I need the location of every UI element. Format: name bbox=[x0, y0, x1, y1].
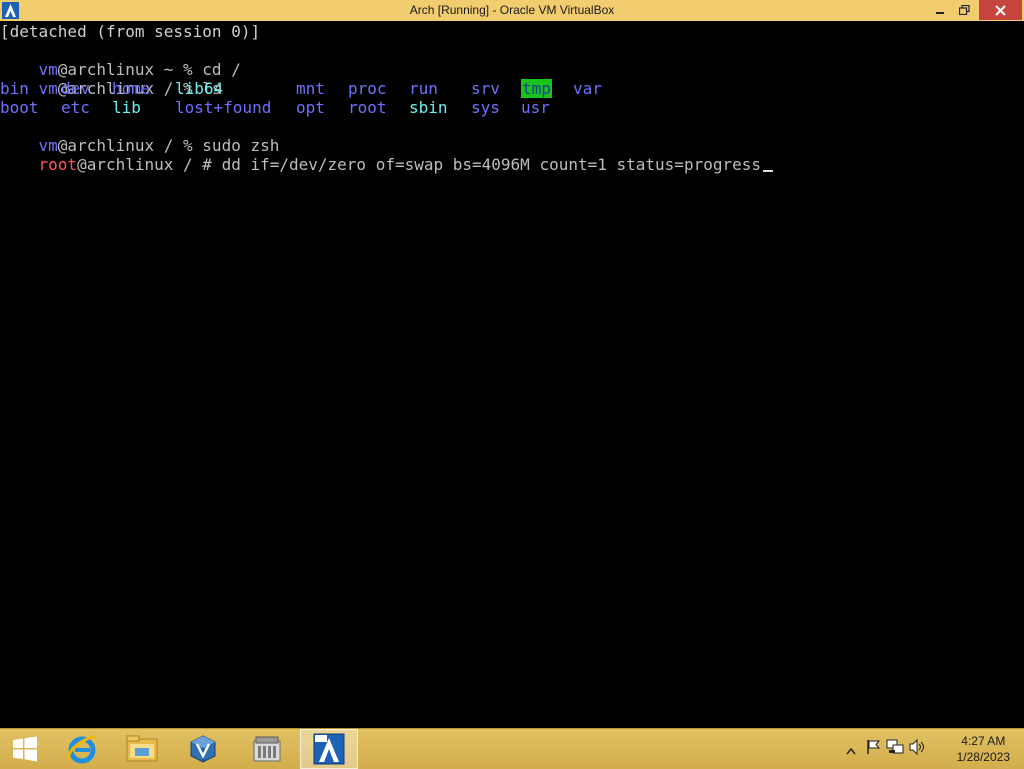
taskbar-internet-explorer[interactable] bbox=[53, 729, 111, 769]
taskbar-virtualbox[interactable] bbox=[174, 729, 232, 769]
terminal-line-ls: vm@archlinux / % ls bbox=[0, 60, 222, 98]
action-center-flag-icon[interactable] bbox=[866, 739, 886, 759]
minimize-icon bbox=[936, 12, 944, 14]
ls-entry: opt bbox=[296, 98, 325, 117]
start-button[interactable] bbox=[0, 729, 50, 769]
text-cursor bbox=[763, 170, 773, 172]
virtualbox-icon bbox=[190, 735, 216, 763]
ls-entry: etc bbox=[61, 98, 90, 117]
ls-entry: lib64 bbox=[175, 79, 224, 98]
taskbar-file-explorer[interactable] bbox=[113, 729, 171, 769]
prompt-user-root: root bbox=[38, 155, 78, 174]
restore-button[interactable] bbox=[953, 0, 975, 20]
show-hidden-icons-chevron-icon[interactable] bbox=[846, 740, 860, 759]
ls-entry: sys bbox=[471, 98, 500, 117]
restore-icon bbox=[958, 5, 970, 15]
taskbar-arch-vm[interactable] bbox=[300, 729, 358, 769]
prompt-host: @archlinux bbox=[77, 155, 174, 174]
terminal-line-cd: vm@archlinux ~ % cd / bbox=[0, 41, 241, 79]
start-icon bbox=[13, 736, 37, 762]
ls-entry: lib bbox=[112, 98, 141, 117]
file-explorer-icon bbox=[126, 735, 158, 762]
ls-entry: mnt bbox=[296, 79, 325, 98]
ls-entry-tmp: tmp bbox=[521, 79, 552, 98]
taskbar: 4:27 AM 1/28/2023 bbox=[0, 728, 1024, 769]
taskbar-virtualbox-manager[interactable] bbox=[238, 729, 296, 769]
close-icon bbox=[995, 4, 1006, 16]
ls-entry: lost+found bbox=[175, 98, 272, 117]
terminal-line-sudo: vm@archlinux / % sudo zsh bbox=[0, 117, 280, 155]
window-title: Arch [Running] - Oracle VM VirtualBox bbox=[409, 3, 615, 17]
ls-entry: boot bbox=[0, 98, 39, 117]
prompt-path: / # bbox=[173, 155, 222, 174]
ls-entry: bin bbox=[0, 79, 29, 98]
ls-entry: var bbox=[573, 79, 602, 98]
ls-entry: root bbox=[348, 98, 387, 117]
ls-output-row-1: bin dev home lib64 mnt proc run srv tmp … bbox=[0, 79, 1024, 98]
window-title-bar[interactable]: Arch [Running] - Oracle VM VirtualBox bbox=[0, 0, 1024, 22]
virtualbox-manager-icon bbox=[253, 736, 281, 762]
internet-explorer-icon bbox=[67, 735, 97, 764]
ls-entry: proc bbox=[348, 79, 387, 98]
clock-time: 4:27 AM bbox=[961, 734, 1006, 748]
vm-console[interactable]: [detached (from session 0)] vm@archlinux… bbox=[0, 21, 1024, 728]
taskbar-clock[interactable]: 4:27 AM 1/28/2023 bbox=[957, 733, 1010, 765]
ls-entry: run bbox=[409, 79, 438, 98]
ls-entry: dev bbox=[61, 79, 90, 98]
prompt-command: dd if=/dev/zero of=swap bs=4096M count=1… bbox=[221, 155, 761, 174]
clock-date: 1/28/2023 bbox=[956, 750, 1010, 764]
minimize-button[interactable] bbox=[929, 0, 951, 20]
network-icon[interactable] bbox=[886, 739, 908, 759]
system-tray bbox=[846, 729, 928, 769]
ls-entry: usr bbox=[521, 98, 550, 117]
arch-vm-icon bbox=[313, 733, 345, 765]
ls-output-row-2: boot etc lib lost+found opt root sbin sy… bbox=[0, 98, 1024, 117]
terminal-line-dd: root@archlinux / # dd if=/dev/zero of=sw… bbox=[0, 136, 773, 174]
ls-entry: sbin bbox=[409, 98, 448, 117]
terminal-line-detached: [detached (from session 0)] bbox=[0, 22, 261, 41]
ls-entry: home bbox=[112, 79, 151, 98]
ls-entry: srv bbox=[471, 79, 500, 98]
close-button[interactable] bbox=[979, 0, 1022, 20]
volume-icon[interactable] bbox=[908, 738, 928, 759]
